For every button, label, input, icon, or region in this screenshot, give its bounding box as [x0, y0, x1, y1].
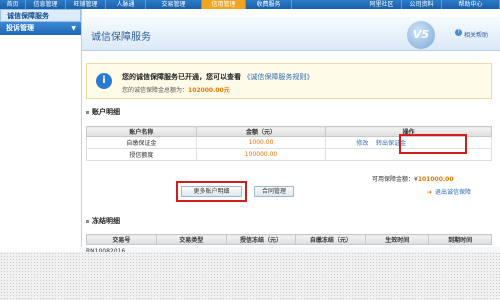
col-effective-time: 生效时间 [365, 234, 430, 245]
dotted-overlay [0, 252, 500, 300]
exit-label: 退出诚信保障 [435, 189, 472, 196]
tab-trade[interactable]: 交易管理 [146, 0, 202, 9]
tab-shop[interactable]: 旺铺管理 [66, 0, 106, 9]
notice-line2: 您的诚信保障金总额为：102000.00元 [122, 85, 230, 94]
notice-line1: 您的诚信保障服务已开通，您可以查看 《诚信保障服务规则》 [122, 72, 313, 82]
chevron-down-icon: ▼ [71, 25, 76, 32]
page-title: 诚信保障服务 [91, 32, 151, 43]
cell-name: 授信额度 [86, 148, 197, 161]
info-icon: i [96, 73, 112, 89]
col-amount: 金额（元） [195, 126, 327, 137]
sidebar: 诚信保障服务 投诉管理 ▼ [0, 9, 82, 247]
notice-text: 您的诚信保障服务已开通，您可以查看 [122, 73, 241, 81]
col-credit-frozen: 授信冻结（元） [225, 234, 297, 245]
col-trade-no: 交易号 [86, 234, 157, 245]
v5-logo: V5 [407, 21, 435, 49]
tab-info[interactable]: 信息管理 [26, 0, 66, 9]
freeze-table: 交易号 交易类型 授信冻结（元） 自缴冻结（元） 生效时间 到期时间 [86, 234, 492, 245]
col-trade-type: 交易类型 [155, 234, 227, 245]
highlight-ops-box [399, 134, 467, 154]
help-link[interactable]: 相关帮助 [464, 30, 488, 39]
tab-credit[interactable]: 信用管理 [202, 0, 246, 9]
notice-box: i 您的诚信保障服务已开通，您可以查看 《诚信保障服务规则》 您的诚信保障金总额… [86, 63, 492, 99]
sidebar-item-complaints[interactable]: 投诉管理 ▼ [0, 22, 81, 35]
top-nav: 首页 信息管理 旺铺管理 人脉通 交易管理 信用管理 收费服务 阿里社区 公司资… [0, 0, 500, 9]
sidebar-item-label: 投诉管理 [6, 24, 34, 32]
total-amount: 102000.00元 [188, 87, 230, 94]
tab-fee[interactable]: 收费服务 [246, 0, 292, 9]
col-expire-time: 到期时间 [428, 234, 492, 245]
tab-company[interactable]: 公司资料 [402, 0, 442, 9]
col-self-frozen: 自缴冻结（元） [295, 234, 367, 245]
tab-home[interactable]: 首页 [0, 0, 26, 9]
tab-contacts[interactable]: 人脉通 [106, 0, 146, 9]
modify-link[interactable]: 修改 [356, 140, 368, 147]
total-label: 您的诚信保障金总额为： [122, 87, 189, 94]
available-amount: 可用保障金额：¥101000.00 [372, 174, 454, 183]
freeze-section-heading: 冻结明细 [86, 216, 120, 226]
col-account-name: 账户名称 [86, 126, 197, 137]
rules-link[interactable]: 《诚信保障服务规则》 [243, 73, 313, 81]
exit-integrity-link[interactable]: ➜ 退出诚信保障 [427, 187, 471, 196]
available-label: 可用保障金额：¥ [372, 176, 418, 183]
arrow-right-icon: ➜ [427, 189, 433, 196]
cell-amount: 100000.00 [195, 148, 327, 161]
account-section-heading: 账户明细 [86, 107, 120, 117]
contract-management-button[interactable]: 合同管理 [254, 186, 294, 197]
cell-amount: 1000.00 [195, 136, 327, 149]
sidebar-item-integrity[interactable]: 诚信保障服务 [0, 9, 81, 22]
cell-name: 自缴保证金 [86, 136, 197, 149]
available-value: 101000.00 [417, 176, 454, 183]
tab-help[interactable]: 帮助中心 [442, 0, 500, 9]
main-content: 诚信保障服务 V5 ? 相关帮助 i 您的诚信保障服务已开通，您可以查看 《诚信… [82, 9, 500, 247]
title-bar: 诚信保障服务 V5 ? 相关帮助 [82, 17, 500, 51]
tab-community[interactable]: 阿里社区 [362, 0, 402, 9]
help-icon[interactable]: ? [455, 29, 462, 36]
more-account-details-button[interactable]: 更多账户明细 [181, 186, 242, 197]
